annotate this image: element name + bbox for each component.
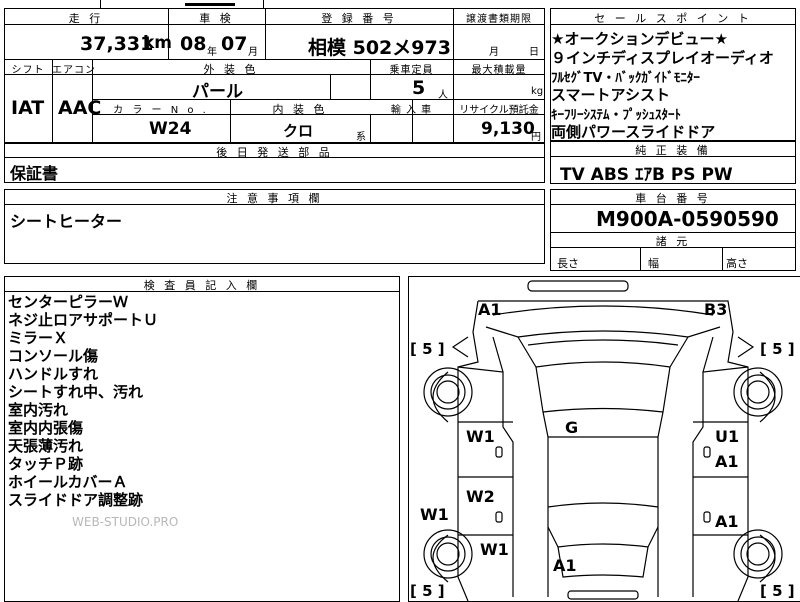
damage-right-front-door: A1	[715, 452, 739, 471]
damage-rear: A1	[553, 556, 577, 575]
registration-number: 相模 502メ973	[308, 37, 451, 59]
header-aircon: エアコン	[52, 65, 96, 76]
damage-left-rear-door: W2	[466, 487, 495, 506]
damage-left-rear-lower: W1	[480, 540, 509, 559]
tire-rear-left: [ 5 ]	[410, 582, 445, 600]
capacity-unit: 人	[438, 90, 448, 101]
watermark: WEB-STUDIO.PRO	[72, 515, 179, 529]
chassis-no-value: M900A-0590590	[596, 207, 779, 231]
notes-value: シートヒーター	[10, 212, 123, 231]
exterior-color-value: パール	[192, 82, 243, 102]
header-import: 輸 入 車	[390, 105, 433, 116]
header-dimensions: 諸 元	[655, 235, 691, 248]
sales-point: 両側パワースライドドア	[551, 123, 716, 141]
capacity-value: 5	[412, 77, 426, 99]
header-inspector: 検 査 員 記 入 欄	[143, 279, 261, 292]
inspector-note: 室内汚れ	[8, 401, 69, 419]
header-chassis-no: 車 台 番 号	[635, 192, 711, 205]
deadline-day-unit: 日	[529, 47, 539, 58]
header-recycle: リサイクル預託金	[459, 105, 539, 116]
length-label: 長さ	[557, 257, 579, 270]
header-max-load: 最大積載量	[471, 65, 527, 76]
header-notes: 注 意 事 項 欄	[226, 192, 323, 205]
header-transfer-deadline: 譲渡書類期限	[466, 14, 532, 25]
inspector-note: ハンドルすれ	[8, 365, 99, 383]
recycle-value: 9,130	[481, 119, 535, 139]
sales-point: ★オークションデビュー★	[551, 30, 728, 48]
damage-right-front-upper: U1	[715, 427, 740, 446]
interior-suffix: 系	[356, 132, 366, 143]
header-exterior-color: 外 装 色	[203, 63, 259, 76]
tire-front-right: [ 5 ]	[760, 340, 795, 358]
damage-roof: G	[565, 418, 579, 437]
width-label: 幅	[648, 257, 659, 270]
deadline-month-unit: 月	[489, 47, 499, 58]
standard-equipment-value: TV ABS ｴｱB PS PW	[560, 165, 733, 185]
tire-rear-right: [ 5 ]	[760, 582, 795, 600]
inspection-year: 08	[180, 33, 207, 55]
header-mileage: 走 行	[68, 12, 104, 25]
damage-left-side: W1	[420, 505, 449, 524]
inspector-note: コンソール傷	[8, 347, 99, 365]
header-delivery-later: 後 日 発 送 部 品	[216, 146, 333, 159]
color-no-value: W24	[149, 119, 192, 139]
damage-front-left: A1	[478, 300, 502, 319]
header-interior-color: 内 装 色	[272, 103, 328, 116]
inspector-note: ネジ止ロアサポートＵ	[8, 311, 159, 329]
aircon-value: AAC	[58, 97, 102, 119]
inspector-note: ホイールカバーＡ	[8, 473, 128, 491]
height-label: 高さ	[726, 257, 748, 270]
inspection-month-unit: 月	[248, 47, 258, 58]
header-color-no: カ ラ ー N o .	[113, 105, 209, 116]
delivery-later-value: 保証書	[10, 164, 59, 183]
sales-point: ９インチディスプレイオーディオ	[551, 49, 774, 67]
inspector-note: タッチＰ跡	[8, 455, 84, 473]
header-standard-equipment: 純 正 装 備	[635, 144, 711, 157]
shift-value: IAT	[11, 97, 45, 119]
sales-point: スマートアシスト	[551, 86, 670, 104]
inspector-note: 室内内張傷	[8, 419, 84, 437]
tire-front-left: [ 5 ]	[410, 340, 445, 358]
header-sales-points: セ ー ル ス ポ イ ン ト	[594, 12, 752, 25]
header-shift: シフト	[11, 65, 45, 76]
inspector-notes-list: センターピラーＷ ネジ止ロアサポートＵ ミラーＸ コンソール傷 ハンドルすれ シ…	[0, 293, 400, 593]
damage-left-front-door: W1	[466, 427, 495, 446]
recycle-unit: 円	[531, 132, 541, 143]
inspector-note: シートすれ中、汚れ	[8, 383, 144, 401]
inspector-note: 天張薄汚れ	[8, 437, 84, 455]
max-load-unit: kg	[531, 86, 544, 97]
interior-color-value: クロ	[283, 122, 314, 140]
inspection-month: 07	[221, 33, 248, 55]
mileage-unit: km	[143, 33, 173, 53]
inspector-note: センターピラーＷ	[8, 293, 129, 311]
inspector-note: ミラーＸ	[8, 329, 69, 347]
damage-right-rear-door: A1	[715, 512, 739, 531]
header-registration: 登 録 番 号	[321, 12, 397, 25]
damage-front-right: B3	[704, 300, 728, 319]
header-inspection: 車 検	[199, 12, 234, 25]
inspector-note: スライドドア調整跡	[8, 491, 144, 509]
inspection-year-unit: 年	[207, 47, 217, 58]
header-capacity: 乗車定員	[389, 65, 434, 76]
